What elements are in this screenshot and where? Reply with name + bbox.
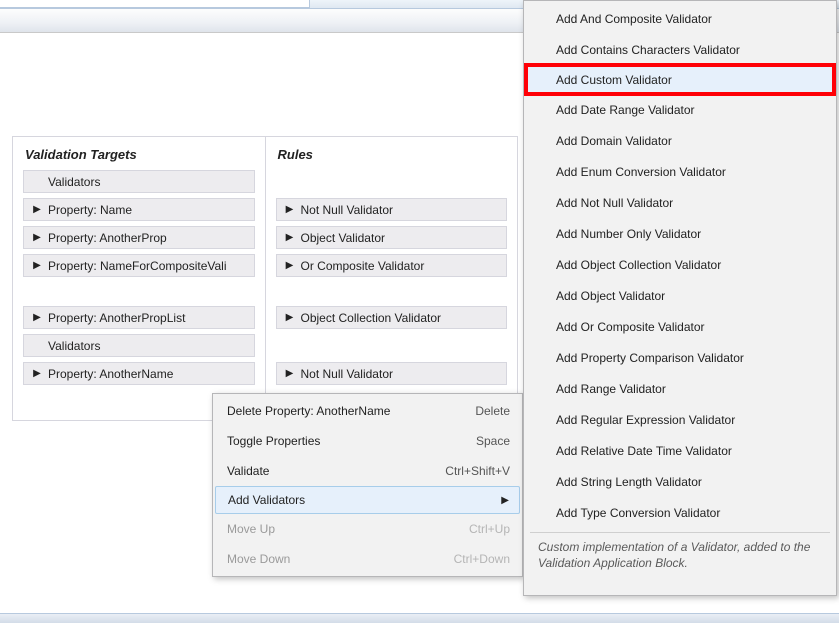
expand-icon: ▶: [30, 260, 44, 271]
rules-column: Rules ▶ Not Null Validator ▶ Object Vali…: [266, 137, 518, 420]
ctx-label: Move Down: [227, 552, 454, 566]
ctx-label: Validate: [227, 464, 445, 478]
sub-label: Add Contains Characters Validator: [556, 43, 740, 57]
rules-header: Rules: [276, 145, 508, 170]
expand-icon: ▶: [30, 232, 44, 243]
ctx-toggle-properties[interactable]: Toggle Properties Space: [215, 426, 520, 456]
ctx-accel: Ctrl+Up: [469, 522, 510, 536]
sub-label: Add Regular Expression Validator: [556, 413, 735, 427]
sub-add-object-validator[interactable]: Add Object Validator: [526, 280, 834, 311]
rule-or-composite[interactable]: ▶ Or Composite Validator: [276, 254, 508, 277]
target-label: Property: AnotherPropList: [44, 311, 185, 325]
sub-add-number-only[interactable]: Add Number Only Validator: [526, 218, 834, 249]
sub-label: Add Number Only Validator: [556, 227, 701, 241]
ctx-move-down: Move Down Ctrl+Down: [215, 544, 520, 574]
expand-icon: ▶: [283, 312, 297, 323]
status-bar: [0, 613, 839, 623]
expand-icon: ▶: [283, 232, 297, 243]
sub-add-type-conversion[interactable]: Add Type Conversion Validator: [526, 497, 834, 528]
sub-label: Add Object Collection Validator: [556, 258, 721, 272]
sub-label: Add Domain Validator: [556, 134, 672, 148]
rule-label: Not Null Validator: [297, 367, 393, 381]
target-property-composite[interactable]: ▶ Property: NameForCompositeVali: [23, 254, 255, 277]
sub-label: Add Date Range Validator: [556, 103, 695, 117]
validation-targets-header: Validation Targets: [23, 145, 255, 170]
sub-add-not-null[interactable]: Add Not Null Validator: [526, 187, 834, 218]
sub-add-property-comparison[interactable]: Add Property Comparison Validator: [526, 342, 834, 373]
rule-not-null-2[interactable]: ▶ Not Null Validator: [276, 362, 508, 385]
ctx-accel: Ctrl+Down: [454, 552, 510, 566]
target-label: Property: NameForCompositeVali: [44, 259, 227, 273]
expand-icon: ▶: [283, 260, 297, 271]
sub-add-regex[interactable]: Add Regular Expression Validator: [526, 404, 834, 435]
sub-label: Add String Length Validator: [556, 475, 702, 489]
rule-label: Or Composite Validator: [297, 259, 425, 273]
ctx-validate[interactable]: Validate Ctrl+Shift+V: [215, 456, 520, 486]
target-label: Property: Name: [44, 203, 132, 217]
ctx-accel: Space: [476, 434, 510, 448]
expand-icon: ▶: [30, 312, 44, 323]
target-property-anotherproplist[interactable]: ▶ Property: AnotherPropList: [23, 306, 255, 329]
expand-icon: ▶: [30, 368, 44, 379]
sub-label: Add Object Validator: [556, 289, 665, 303]
ctx-move-up: Move Up Ctrl+Up: [215, 514, 520, 544]
validation-targets-column: Validation Targets ▶ Validators ▶ Proper…: [13, 137, 265, 420]
sub-add-object-collection[interactable]: Add Object Collection Validator: [526, 249, 834, 280]
submenu-arrow-icon: ▶: [499, 495, 509, 506]
target-label: Property: AnotherProp: [44, 231, 167, 245]
target-validators[interactable]: ▶ Validators: [23, 170, 255, 193]
sub-label: Add Type Conversion Validator: [556, 506, 720, 520]
rule-label: Object Validator: [297, 231, 386, 245]
target-validators-2[interactable]: ▶ Validators: [23, 334, 255, 357]
sub-add-enum-conversion[interactable]: Add Enum Conversion Validator: [526, 156, 834, 187]
sub-label: Add Relative Date Time Validator: [556, 444, 732, 458]
rule-label: Not Null Validator: [297, 203, 393, 217]
target-label: Property: AnotherName: [44, 367, 173, 381]
sub-add-date-range[interactable]: Add Date Range Validator: [526, 94, 834, 125]
sub-label: Add Or Composite Validator: [556, 320, 705, 334]
expand-icon: ▶: [30, 204, 44, 215]
sub-label: Add Enum Conversion Validator: [556, 165, 726, 179]
sub-label: Add Property Comparison Validator: [556, 351, 744, 365]
sub-add-string-length[interactable]: Add String Length Validator: [526, 466, 834, 497]
expand-icon: ▶: [283, 204, 297, 215]
sub-label: Add Not Null Validator: [556, 196, 673, 210]
sub-label: Add Custom Validator: [556, 73, 672, 87]
ctx-accel: Delete: [475, 404, 510, 418]
rule-not-null[interactable]: ▶ Not Null Validator: [276, 198, 508, 221]
sub-add-or-composite[interactable]: Add Or Composite Validator: [526, 311, 834, 342]
target-property-name[interactable]: ▶ Property: Name: [23, 198, 255, 221]
ctx-label: Move Up: [227, 522, 469, 536]
add-validators-submenu[interactable]: Add And Composite Validator Add Contains…: [523, 0, 837, 596]
sub-add-custom-validator[interactable]: Add Custom Validator: [526, 65, 834, 94]
address-field-area: [0, 0, 310, 8]
target-label: Validators: [44, 339, 100, 353]
ctx-add-validators[interactable]: Add Validators ▶: [215, 486, 520, 514]
sub-add-domain[interactable]: Add Domain Validator: [526, 125, 834, 156]
rule-object-collection[interactable]: ▶ Object Collection Validator: [276, 306, 508, 329]
workspace-panel: Validation Targets ▶ Validators ▶ Proper…: [12, 136, 518, 421]
rule-label: Object Collection Validator: [297, 311, 442, 325]
ctx-label: Add Validators: [228, 493, 499, 507]
sub-add-relative-datetime[interactable]: Add Relative Date Time Validator: [526, 435, 834, 466]
target-label: Validators: [44, 175, 100, 189]
ctx-delete-property[interactable]: Delete Property: AnotherName Delete: [215, 396, 520, 426]
context-menu[interactable]: Delete Property: AnotherName Delete Togg…: [212, 393, 523, 577]
sub-label: Add Range Validator: [556, 382, 666, 396]
rule-object-validator[interactable]: ▶ Object Validator: [276, 226, 508, 249]
ctx-label: Delete Property: AnotherName: [227, 404, 475, 418]
sub-add-range[interactable]: Add Range Validator: [526, 373, 834, 404]
target-property-anotherprop[interactable]: ▶ Property: AnotherProp: [23, 226, 255, 249]
sub-add-contains-chars[interactable]: Add Contains Characters Validator: [526, 34, 834, 65]
submenu-tooltip: Custom implementation of a Validator, ad…: [530, 532, 830, 577]
sub-add-and-composite[interactable]: Add And Composite Validator: [526, 3, 834, 34]
target-property-anothername[interactable]: ▶ Property: AnotherName: [23, 362, 255, 385]
expand-icon: ▶: [283, 368, 297, 379]
ctx-accel: Ctrl+Shift+V: [445, 464, 510, 478]
sub-label: Add And Composite Validator: [556, 12, 712, 26]
ctx-label: Toggle Properties: [227, 434, 476, 448]
